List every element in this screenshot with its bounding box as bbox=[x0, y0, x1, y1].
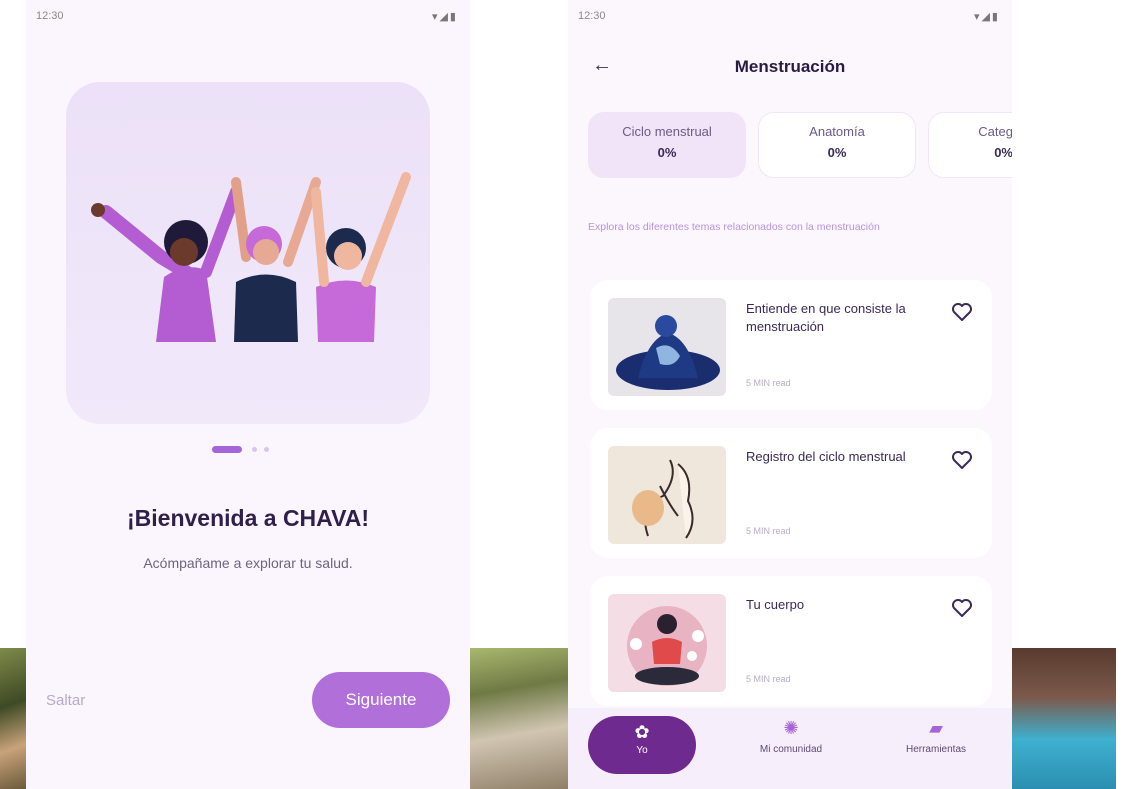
status-icons: ▾◢▮ bbox=[973, 11, 1000, 23]
bottom-navigation: ✿ Yo ✺ Mi comunidad ▰ Herramientas bbox=[568, 708, 1012, 789]
chip-percent: 0% bbox=[657, 145, 677, 160]
article-title: Entiende en que consiste la menstruación bbox=[746, 301, 906, 334]
nav-label: Mi comunidad bbox=[759, 744, 823, 755]
chip-percent: 0% bbox=[827, 145, 847, 160]
background-photo-right bbox=[1012, 648, 1116, 789]
chip-ciclo-menstrual[interactable]: Ciclo menstrual 0% bbox=[588, 112, 746, 178]
article-thumbnail bbox=[608, 298, 726, 396]
article-read-time: 5 MIN read bbox=[746, 378, 791, 388]
chip-label: Categ bbox=[978, 124, 1012, 139]
status-icons: ▾◢▮ bbox=[431, 11, 458, 23]
women-celebrating-illustration bbox=[91, 172, 411, 342]
heart-icon[interactable] bbox=[950, 596, 974, 620]
phone-welcome-screen: 12:30 ▾◢▮ ¡Bienvenida a CHAVA! Acómpañam… bbox=[26, 0, 470, 789]
article-card[interactable]: Tu cuerpo 5 MIN read bbox=[590, 576, 992, 706]
chip-percent: 0% bbox=[994, 145, 1012, 160]
article-read-time: 5 MIN read bbox=[746, 526, 791, 536]
background-photo-middle bbox=[470, 648, 568, 789]
status-bar: 12:30 ▾◢▮ bbox=[568, 8, 1012, 28]
nav-item-mi-comunidad[interactable]: ✺ Mi comunidad bbox=[726, 718, 856, 755]
page-title: Menstruación bbox=[734, 57, 846, 76]
article-thumbnail bbox=[608, 446, 726, 544]
nav-label: Herramientas bbox=[905, 744, 967, 755]
article-title: Registro del ciclo menstrual bbox=[746, 449, 906, 464]
phone-menstruation-screen: 12:30 ▾◢▮ ← Menstruación Ciclo menstrual… bbox=[568, 0, 1012, 789]
pagination-dot-active[interactable] bbox=[212, 446, 242, 453]
pagination-dot[interactable] bbox=[252, 447, 257, 452]
status-time: 12:30 bbox=[578, 10, 606, 22]
skip-button[interactable]: Saltar bbox=[46, 692, 85, 709]
article-read-time: 5 MIN read bbox=[746, 674, 791, 684]
welcome-title: ¡Bienvenida a CHAVA! bbox=[127, 505, 369, 531]
status-bar: 12:30 ▾◢▮ bbox=[26, 8, 470, 28]
article-card[interactable]: Entiende en que consiste la menstruación… bbox=[590, 280, 992, 410]
next-button[interactable]: Siguiente bbox=[312, 672, 450, 728]
chip-label: Ciclo menstrual bbox=[622, 124, 712, 139]
chip-label: Anatomía bbox=[809, 124, 865, 139]
pagination-dot[interactable] bbox=[264, 447, 269, 452]
nav-label: Yo bbox=[636, 745, 648, 756]
welcome-subtitle: Acómpañame a explorar tu salud. bbox=[143, 555, 353, 571]
nav-item-yo[interactable]: ✿ Yo bbox=[588, 716, 696, 774]
pagination-dots bbox=[212, 446, 292, 454]
nav-item-herramientas[interactable]: ▰ Herramientas bbox=[876, 718, 996, 755]
lotus-icon: ✿ bbox=[634, 722, 650, 742]
toolbox-icon: ▰ bbox=[929, 718, 943, 738]
heart-icon[interactable] bbox=[950, 448, 974, 472]
article-card[interactable]: Registro del ciclo menstrual 5 MIN read bbox=[590, 428, 992, 558]
status-time: 12:30 bbox=[36, 10, 64, 22]
article-thumbnail bbox=[608, 594, 726, 692]
background-photo-left bbox=[0, 648, 26, 789]
community-icon: ✺ bbox=[783, 718, 799, 738]
heart-icon[interactable] bbox=[950, 300, 974, 324]
section-description: Explora los diferentes temas relacionado… bbox=[588, 221, 880, 233]
topic-chips: Ciclo menstrual 0% Anatomía 0% Categ 0% bbox=[588, 112, 1012, 178]
hero-illustration bbox=[66, 82, 430, 424]
chip-anatomia[interactable]: Anatomía 0% bbox=[758, 112, 916, 178]
chip-categorias[interactable]: Categ 0% bbox=[928, 112, 1012, 178]
article-title: Tu cuerpo bbox=[746, 597, 805, 612]
